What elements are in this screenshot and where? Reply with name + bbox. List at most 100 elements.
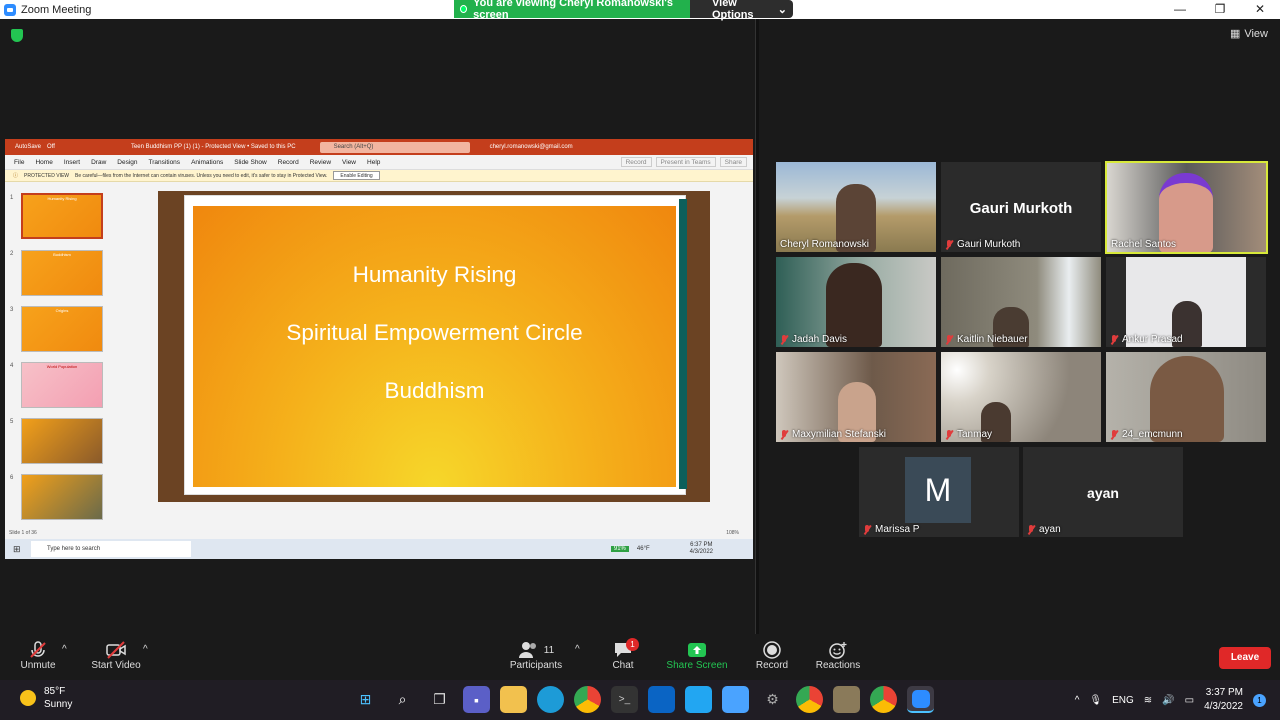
muted-mic-icon — [945, 334, 953, 345]
participant-tile[interactable]: Cheryl Romanowski — [776, 162, 936, 252]
name-label: Maxymilian Stefanski — [792, 429, 886, 440]
zoom-app-icon[interactable] — [907, 686, 934, 713]
task-view-icon[interactable]: ❐ — [426, 686, 453, 713]
weather-desc: Sunny — [44, 699, 73, 710]
participant-name: Rachel Santos — [1111, 239, 1176, 250]
participants-label: Participants — [509, 660, 563, 671]
audio-options-chevron-icon[interactable]: ^ — [62, 644, 67, 655]
security-shield-icon[interactable] — [11, 29, 23, 42]
name-label: Cheryl Romanowski — [780, 239, 869, 250]
participant-tile[interactable]: Jadah Davis — [776, 257, 936, 347]
participant-tile[interactable]: 24_emcmunn — [1106, 352, 1266, 442]
slide-thumbnail: Origins — [21, 306, 103, 352]
avatar: M — [905, 457, 971, 523]
menu-record: Record — [277, 158, 299, 166]
language-indicator[interactable]: ENG — [1112, 695, 1134, 706]
participant-tile[interactable]: ayan ayan — [1023, 447, 1183, 537]
pp-account: cheryl.romanowski@gmail.com — [489, 144, 573, 150]
muted-mic-icon — [1110, 429, 1118, 440]
chrome-profile-icon[interactable] — [796, 686, 823, 713]
menu-file: File — [14, 158, 25, 166]
muted-mic-icon — [1027, 524, 1035, 535]
name-label: ayan — [1039, 524, 1061, 535]
participant-tile[interactable]: Tanmay — [941, 352, 1101, 442]
participant-name: ayan — [1027, 524, 1061, 535]
record-icon — [754, 640, 790, 660]
menu-animations: Animations — [191, 158, 224, 166]
weather-temp: 85°F — [44, 686, 66, 697]
thumb-number: 4 — [10, 363, 14, 369]
file-explorer-icon[interactable] — [500, 686, 527, 713]
zoom-logo-icon — [4, 3, 16, 16]
reactions-button[interactable]: Reactions — [815, 640, 861, 671]
participants-button[interactable]: 11 Participants — [506, 640, 566, 671]
slide-thumbnail: Humanity Rising — [21, 193, 103, 239]
record-button[interactable]: Record — [754, 640, 790, 671]
slide-thumbnail — [21, 418, 103, 464]
menu-slideshow: Slide Show — [234, 158, 267, 166]
edge-icon[interactable] — [537, 686, 564, 713]
panel-divider[interactable] — [755, 19, 759, 634]
notification-badge[interactable]: 1 — [1253, 693, 1266, 707]
file-name: Teen Buddhism PP (1) (1) - Protected Vie… — [130, 144, 296, 150]
video-options-chevron-icon[interactable]: ^ — [143, 644, 148, 655]
participant-tile[interactable]: M Marissa P — [859, 447, 1019, 537]
share-screen-button[interactable]: Share Screen — [666, 640, 728, 671]
start-video-button[interactable]: Start Video — [88, 640, 144, 671]
chat-badge: 1 — [626, 638, 639, 651]
slide-count: Slide 1 of 36 — [9, 530, 37, 536]
view-options-button[interactable]: View Options ⌄ — [690, 0, 793, 21]
thumb-number: 2 — [10, 251, 14, 257]
time: 3:37 PM — [1205, 687, 1243, 698]
shared-temp: 46°F — [636, 546, 650, 552]
chrome-profile-2-icon[interactable] — [870, 686, 897, 713]
start-video-label: Start Video — [91, 660, 141, 671]
taskbar-apps: ⊞ ⌕ ❐ ▪ >_ ⚙ — [352, 686, 934, 713]
teams-chat-icon[interactable]: ▪ — [463, 686, 490, 713]
pp-share-button: Share — [719, 157, 747, 167]
close-button[interactable]: ✕ — [1240, 0, 1280, 19]
microphone-icon[interactable]: 🎙 — [1089, 695, 1102, 706]
slide-line-1: Humanity Rising — [352, 262, 517, 287]
name-label: Kaitlin Niebauer — [957, 334, 1028, 345]
participants-options-chevron-icon[interactable]: ^ — [575, 644, 580, 655]
tray-chevron-icon[interactable]: ^ — [1075, 695, 1080, 706]
settings-gear-icon[interactable]: ⚙ — [759, 686, 786, 713]
unmute-button[interactable]: Unmute — [18, 640, 58, 671]
view-button[interactable]: ▦ View — [1230, 27, 1268, 41]
weather-text: 85°F Sunny — [44, 685, 72, 711]
wifi-icon[interactable]: ≋ — [1144, 695, 1152, 706]
participant-tile[interactable]: Kaitlin Niebauer — [941, 257, 1101, 347]
maximize-button[interactable]: ❐ — [1200, 0, 1240, 19]
leave-button[interactable]: Leave — [1219, 647, 1271, 669]
vscode-icon[interactable] — [685, 686, 712, 713]
thumb-number: 6 — [10, 475, 14, 481]
participants-count: 11 — [543, 644, 555, 656]
chrome-icon[interactable] — [574, 686, 601, 713]
participant-tile[interactable]: Gauri Murkoth Gauri Murkoth — [941, 162, 1101, 252]
muted-mic-icon — [780, 334, 788, 345]
volume-icon[interactable]: 🔊 — [1162, 695, 1174, 706]
participant-tile-active-speaker[interactable]: Rachel Santos — [1105, 161, 1268, 254]
terminal-icon[interactable]: >_ — [611, 686, 638, 713]
mail-icon[interactable] — [648, 686, 675, 713]
protected-message: Be careful—files from the Internet can c… — [75, 172, 328, 179]
name-label: Rachel Santos — [1111, 239, 1177, 250]
participant-tile[interactable]: Ankur Prasad — [1106, 257, 1266, 347]
muted-microphone-icon — [18, 640, 58, 660]
participant-tile[interactable]: Maxymilian Stefanski — [776, 352, 936, 442]
clock[interactable]: 3:37 PM 4/3/2022 — [1204, 686, 1243, 714]
weather-widget[interactable]: 85°F Sunny — [20, 685, 72, 711]
menu-review: Review — [309, 158, 332, 166]
view-label: View — [1244, 27, 1268, 40]
windows-start-icon[interactable]: ⊞ — [352, 686, 379, 713]
zoom-logo-icon — [911, 689, 930, 708]
chat-button[interactable]: 1 Chat — [606, 638, 640, 671]
battery-icon[interactable]: ▭ — [1185, 695, 1194, 706]
image-viewer-icon[interactable] — [833, 686, 860, 713]
search-icon[interactable]: ⌕ — [389, 686, 416, 713]
meeting-toolbar: Unmute ^ Start Video ^ 11 Participants ^… — [0, 634, 1280, 680]
minimize-button[interactable]: — — [1160, 0, 1200, 19]
notepad-icon[interactable] — [722, 686, 749, 713]
thumb-title: Humanity Rising — [47, 196, 77, 201]
